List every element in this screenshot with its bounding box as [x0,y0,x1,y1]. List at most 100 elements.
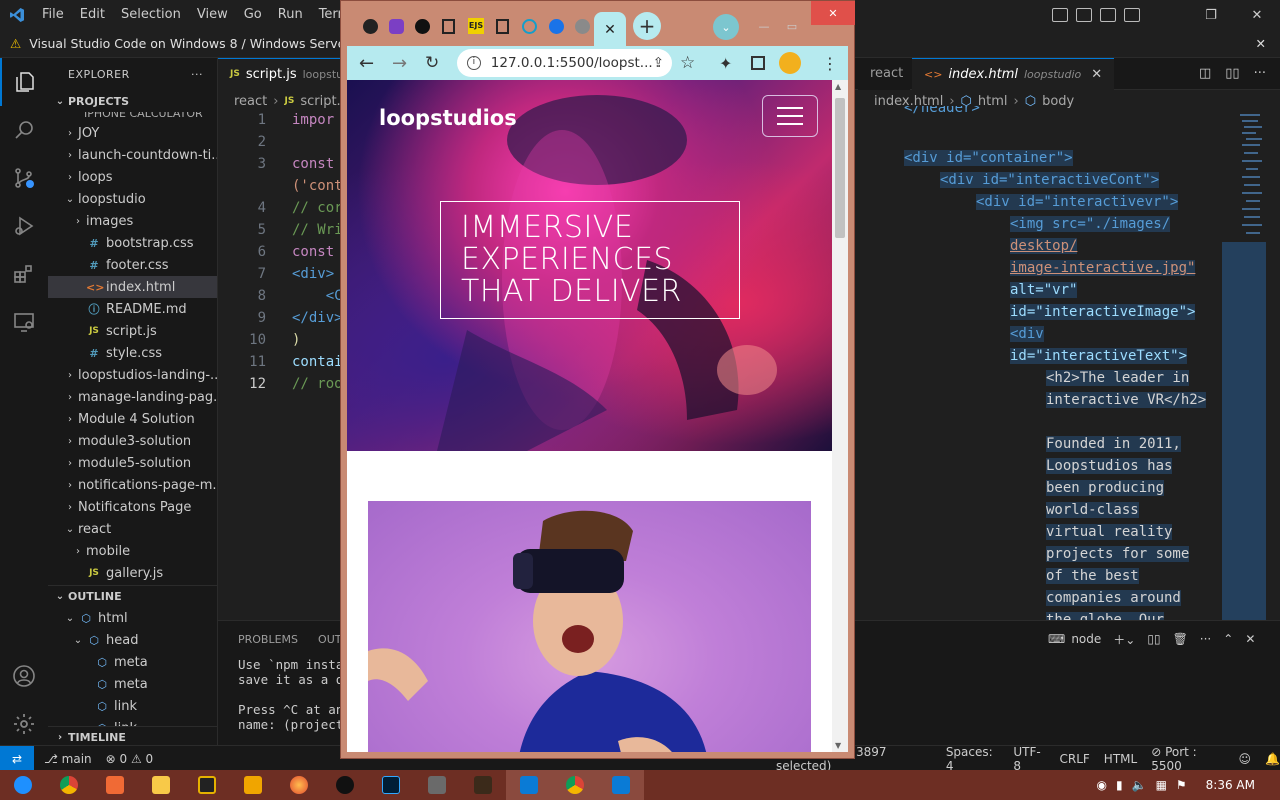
extensions-puzzle-icon[interactable]: ✦ [719,54,732,73]
firefox-icon[interactable] [276,770,322,800]
menu-edit[interactable]: Edit [72,0,113,30]
vscode-taskbar-icon[interactable] [506,770,552,800]
kill-terminal-icon[interactable]: 🗑 [1173,632,1188,646]
breadcrumb-folder[interactable]: react [234,94,267,109]
menu-view[interactable]: View [189,0,236,30]
network-icon[interactable]: ▦ [1156,778,1167,792]
close-panel-icon[interactable]: ✕ [1245,632,1255,646]
menu-run[interactable]: Run [270,0,311,30]
explorer-icon[interactable] [0,58,48,106]
file-item[interactable]: # style.css [48,342,217,364]
minimize-icon[interactable]: — [753,12,775,40]
bookmark-star-icon[interactable]: ☆ [680,53,695,73]
tab-search-button[interactable]: ⌄ [713,14,739,40]
chrome-menu-icon[interactable]: ⋮ [822,54,838,73]
scroll-down-icon[interactable]: ▼ [835,741,841,750]
restore-icon[interactable]: ❐ [1188,0,1234,30]
tab-globe-icon[interactable] [569,12,595,40]
maximize-icon[interactable]: ▭ [781,12,803,40]
line-ending[interactable]: CRLF [1059,752,1089,766]
ie-icon[interactable] [0,770,46,800]
scrollbar-thumb[interactable] [835,98,845,238]
folder-item[interactable]: › images [48,210,217,232]
profile-avatar[interactable] [779,52,801,74]
breadcrumb-html[interactable]: html [978,94,1008,109]
tab-page-icon[interactable] [435,12,461,40]
problems-indicator[interactable]: ⊗ 0 ⚠ 0 [106,752,154,766]
tab-index-html[interactable]: <> index.html loopstudio ✕ [912,57,1115,90]
photoshop-icon[interactable] [368,770,414,800]
folder-item[interactable]: › module5-solution [48,452,217,474]
toggle-sidebar-icon[interactable] [1052,8,1068,22]
more-actions-icon[interactable]: ··· [1254,66,1266,81]
code-area-right[interactable]: <div id="container"> <div id="interactive… [858,147,1218,631]
folder-item[interactable]: › loopstudios-landing-... [48,364,217,386]
side-panel-icon[interactable] [751,56,765,70]
branch-indicator[interactable]: ⎇ main [44,752,92,766]
forward-arrow-icon[interactable]: → [392,53,407,74]
maximize-panel-icon[interactable]: ⌃ [1223,632,1233,646]
volume-icon[interactable]: 🔈 [1132,778,1147,792]
bug-icon[interactable] [322,770,368,800]
close-tab-icon[interactable]: ✕ [1091,67,1102,82]
close-tab-icon[interactable]: ✕ [604,22,616,38]
file-item[interactable]: <> index.html [48,276,217,298]
back-arrow-icon[interactable]: ← [359,53,374,74]
media-player-icon[interactable] [230,770,276,800]
more-actions-icon[interactable]: ··· [191,68,203,81]
encoding[interactable]: UTF-8 [1013,745,1045,773]
file-explorer-icon[interactable] [138,770,184,800]
source-control-icon[interactable] [0,154,48,202]
toggle-secondary-sidebar-icon[interactable] [1100,8,1116,22]
tab-link-icon[interactable] [543,12,569,40]
share-icon[interactable]: ⇪ [653,55,664,71]
site-logo[interactable]: loopstudios [379,106,517,130]
chrome-icon[interactable] [46,770,92,800]
folder-item[interactable]: › notifications-page-m... [48,474,217,496]
tab-github-icon[interactable] [409,12,435,40]
outline-item[interactable]: ⌄ ⬡ head [48,629,217,651]
tab-ejs-icon[interactable]: EJS [463,12,489,40]
outline-item[interactable]: ⬡ link [48,695,217,717]
language-mode[interactable]: HTML [1104,752,1137,766]
notifications-icon[interactable]: 🔔 [1265,752,1280,766]
hamburger-menu-icon[interactable] [762,95,818,137]
folder-item[interactable]: ⌄ react [48,518,217,540]
menu-file[interactable]: File [34,0,72,30]
tab-react-icon[interactable] [516,12,542,40]
accounts-icon[interactable] [0,652,48,700]
folder-item[interactable]: › mobile [48,540,217,562]
vscode-taskbar-icon-2[interactable] [598,770,644,800]
tab-problems[interactable]: PROBLEMS [238,633,298,646]
remote-explorer-icon[interactable] [0,298,48,346]
scroll-up-icon[interactable]: ▲ [835,82,841,91]
antivirus-icon[interactable]: ◉ [1097,778,1107,792]
file-item[interactable]: JS gallery.js [48,562,217,584]
app-icon[interactable] [414,770,460,800]
chrome-taskbar-icon[interactable] [552,770,598,800]
address-bar[interactable]: i 127.0.0.1:5500/loopst... ⇪ [457,49,672,77]
search-icon[interactable] [0,106,48,154]
extensions-icon[interactable] [0,250,48,298]
close-window-icon[interactable]: ✕ [1234,0,1280,30]
tab-chat-icon[interactable] [383,12,409,40]
remote-indicator-icon[interactable]: ⇄ [0,746,34,771]
app-icon[interactable] [92,770,138,800]
timeline-section-header[interactable]: › TIMELINE [48,726,217,745]
open-preview-icon[interactable]: ◫ [1199,66,1211,81]
folder-item[interactable]: › Module 4 Solution [48,408,217,430]
manage-gear-icon[interactable] [0,700,48,748]
feedback-icon[interactable]: ☺ [1239,752,1252,766]
run-debug-icon[interactable] [0,202,48,250]
split-terminal-icon[interactable]: ▯▯ [1147,632,1160,646]
live-server-port[interactable]: ⊘ Port : 5500 [1151,745,1224,773]
split-editor-icon[interactable]: ▯▯ [1225,66,1239,81]
folder-item[interactable]: › module3-solution [48,430,217,452]
folder-item[interactable]: ⌄ loopstudio [48,188,217,210]
tab-page-icon[interactable] [489,12,515,40]
close-window-icon[interactable]: ✕ [811,1,855,25]
new-terminal-icon[interactable]: ＋⌄ [1113,631,1135,648]
file-item[interactable]: JS script.js [48,320,217,342]
folder-item[interactable]: › launch-countdown-ti... [48,144,217,166]
customize-layout-icon[interactable] [1124,8,1140,22]
